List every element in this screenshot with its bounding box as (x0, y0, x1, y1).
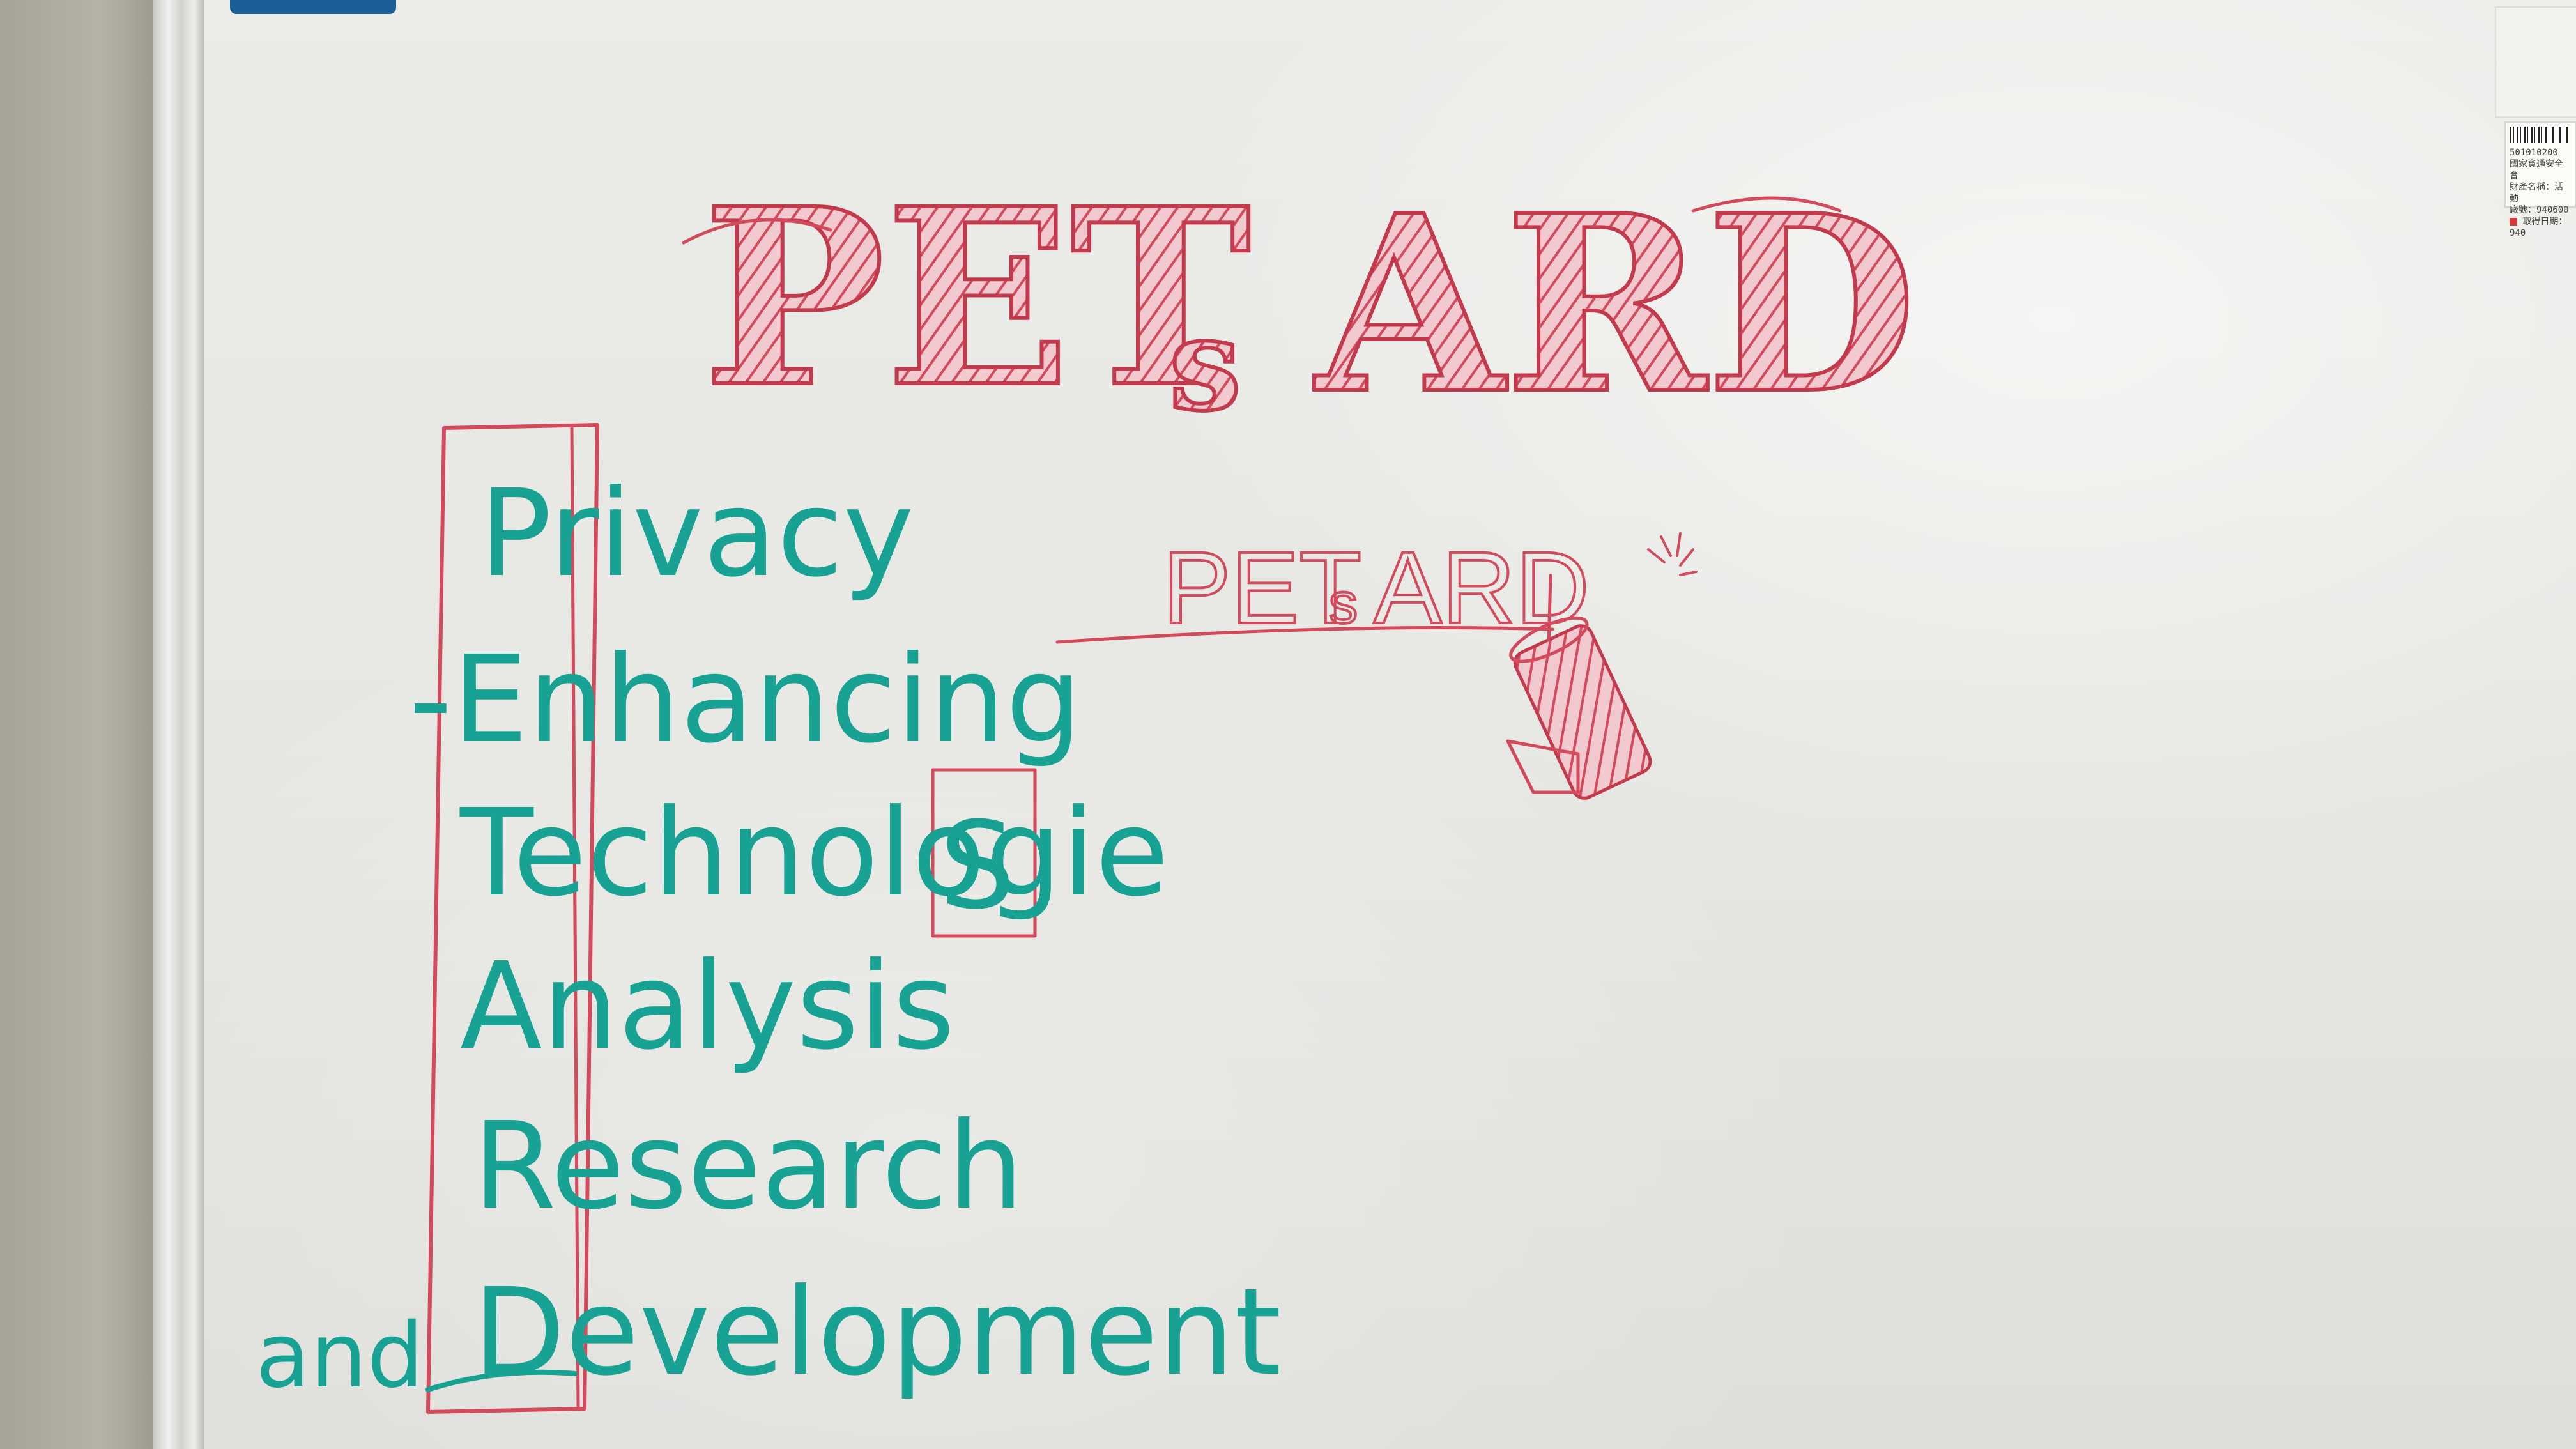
word-and: and (256, 1304, 424, 1408)
line-research: Research (473, 1096, 1023, 1236)
line-analysis: Analysis (460, 937, 955, 1077)
whiteboard-drawing: PET s ARD PET s ARD Privacy -Enhancing T… (256, 153, 1919, 1414)
acronym-list: Privacy -Enhancing Technologie S Analysi… (256, 464, 1282, 1408)
title-small-s: s (1169, 289, 1241, 440)
line-development: Development (473, 1262, 1282, 1402)
line-technologies: Technologie (459, 783, 1169, 923)
line-enhancing: -Enhancing (409, 630, 1082, 770)
line-privacy: Privacy (479, 464, 914, 604)
subtitle-small-s: s (1329, 572, 1358, 636)
title-petsard: PET s ARD (682, 153, 1919, 449)
subtitle-petsard: PET s ARD (1055, 529, 1591, 646)
boxed-letter-s: S (939, 796, 1015, 936)
